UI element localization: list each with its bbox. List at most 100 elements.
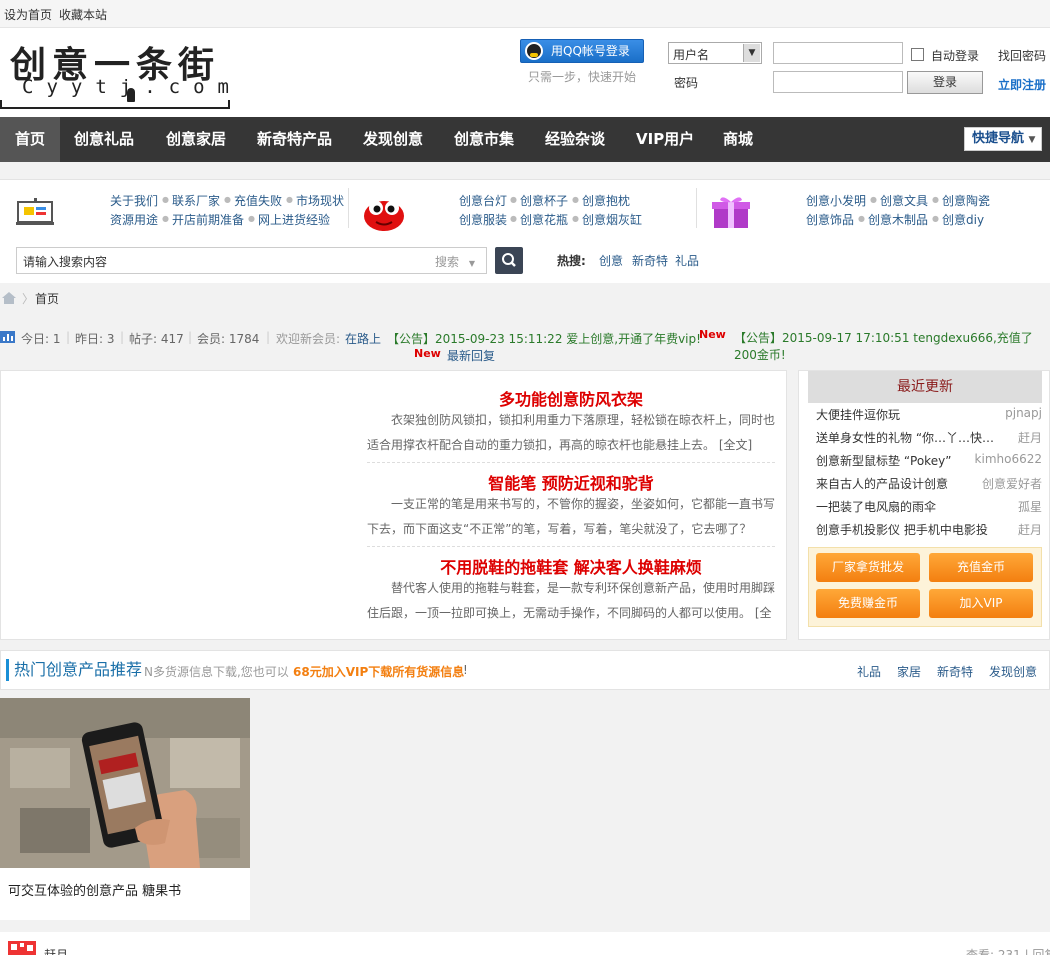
cat-clothing[interactable]: 创意服装 [459,211,507,228]
recent-updates-panel: 最近更新 大便挂件逗你玩 pjnapj 送单身女性的礼物 “你…丫…快… 赶月 创意… [798,370,1050,640]
join-vip-button[interactable]: 加入VIP [929,589,1033,618]
breadcrumb-home[interactable]: 首页 [35,290,59,307]
nav-item-market[interactable]: 创意市集 [454,117,514,162]
tab-gifts[interactable]: 礼品 [857,663,881,680]
vip-promo-link[interactable]: 68元加入VIP下载所有货源信息 [293,663,464,680]
nav-item-discover[interactable]: 发现创意 [363,117,423,162]
breadcrumb: 〉 首页 [0,285,1050,311]
cat-accessories[interactable]: 创意饰品 [806,211,854,228]
tab-home[interactable]: 家居 [897,663,921,680]
product-card[interactable]: 可交互体验的创意产品 糖果书 [0,698,250,920]
article-title-1[interactable]: 多功能创意防风衣架 [367,386,775,410]
cat-about-us[interactable]: 关于我们 [110,192,158,209]
divider [696,188,697,228]
nav-item-home-decor[interactable]: 创意家居 [166,117,226,162]
nav-item-novelty[interactable]: 新奇特产品 [257,117,332,162]
auto-login-checkbox[interactable] [911,48,924,61]
slideshow-area[interactable] [1,371,363,639]
hot-search-creative[interactable]: 创意 [599,252,623,269]
list-item[interactable]: 创意新型鼠标垫 “Pokey” kimho6622 [816,452,1042,470]
stat-separator: | [120,330,125,344]
nav-item-mall[interactable]: 商城 [723,117,753,162]
cat-recharge-failed[interactable]: 充值失败 [234,192,282,209]
latest-reply-link[interactable]: 最新回复 [447,347,495,364]
item-user: 赶月 [1017,523,1042,537]
article-title-3[interactable]: 不用脱鞋的拖鞋套 解决客人换鞋麻烦 [367,554,775,578]
item-title: 大便挂件逗你玩 [816,408,901,422]
list-item[interactable]: 创意手机投影仪 把手机中电影投 赶月 [816,521,1042,539]
hot-search-novelty[interactable]: 新奇特 [632,252,668,269]
post-author[interactable]: 赶月 [44,946,68,955]
cat-woodwork[interactable]: 创意木制品 [868,211,928,228]
separator-dot: ● [162,214,169,223]
divider [348,188,349,228]
hot-products-bar: 热门创意产品推荐 N多货源信息下载,您也可以 68元加入VIP下载所有货源信息 … [0,650,1050,690]
top-bar: 设为首页 收藏本站 [0,0,1050,28]
product-caption[interactable]: 可交互体验的创意产品 糖果书 [8,880,181,899]
red-monster-icon [364,201,404,231]
qq-login-hint: 只需一步，快速开始 [528,70,637,84]
login-button[interactable]: 登录 [907,71,983,94]
new-member-link[interactable]: 在路上 [345,330,381,347]
quick-nav-button[interactable]: 快捷导航 ▼ [964,127,1042,151]
article-title-2[interactable]: 智能笔 预防近视和驼背 [367,470,775,494]
breadcrumb-separator: 〉 [22,292,35,306]
separator-dot: ● [510,195,517,204]
hot-search-gift[interactable]: 礼品 [675,252,699,269]
search-input[interactable]: 请输入搜索内容 [16,247,428,274]
chevron-down-icon: ▼ [468,259,475,268]
list-item[interactable]: 送单身女性的礼物 “你…丫…快… 赶月 [816,429,1042,447]
search-icon [502,253,516,267]
username-type-select[interactable]: 用户名 ▼ [668,42,762,64]
cat-shop-prep[interactable]: 开店前期准备 [172,211,244,228]
welcome-label: 欢迎新会员: [276,332,341,346]
tab-novelty[interactable]: 新奇特 [937,663,973,680]
stat-separator: | [188,330,193,344]
stat-separator: | [266,330,271,344]
recharge-button[interactable]: 充值金币 [929,553,1033,582]
nav-item-gifts[interactable]: 创意礼品 [74,117,134,162]
cat-pillow[interactable]: 创意抱枕 [582,192,630,209]
wholesale-button[interactable]: 厂家拿货批发 [816,553,920,582]
hot-products-title: 热门创意产品推荐 [6,659,142,681]
list-item[interactable]: 一把装了电风扇的雨伞 孤星 [816,498,1042,516]
cat-contact-factory[interactable]: 联系厂家 [172,192,220,209]
cat-online-purchase[interactable]: 网上进货经验 [258,211,330,228]
item-title: 创意手机投影仪 把手机中电影投 [816,523,988,537]
cat-invention[interactable]: 创意小发明 [806,192,866,209]
cat-market-status[interactable]: 市场现状 [296,192,344,209]
search-button[interactable] [495,247,523,274]
cat-stationery[interactable]: 创意文具 [880,192,928,209]
product-image[interactable] [0,698,250,868]
bookmark-link[interactable]: 收藏本站 [59,6,107,23]
earn-coins-button[interactable]: 免费赚金币 [816,589,920,618]
username-input[interactable] [773,42,903,64]
cat-ceramics[interactable]: 创意陶瓷 [942,192,990,209]
nav-item-home[interactable]: 首页 [0,117,60,162]
notice-1[interactable]: 【公告】2015-09-23 15:11:22 爱上创意,开通了年费vip! [387,330,701,347]
list-item[interactable]: 来自古人的产品设计创意 创意爱好者 [816,475,1042,493]
password-input[interactable] [773,71,903,93]
search-type-select[interactable]: 搜索 ▼ [427,247,487,274]
cat-vase[interactable]: 创意花瓶 [520,211,568,228]
avatar[interactable] [8,941,36,955]
divider [367,546,775,547]
register-link[interactable]: 立即注册 [998,76,1046,93]
cat-cup[interactable]: 创意杯子 [520,192,568,209]
qq-icon [525,42,543,60]
home-icon[interactable] [1,291,17,305]
cat-diy[interactable]: 创意diy [942,211,984,228]
cat-ashtray[interactable]: 创意烟灰缸 [582,211,642,228]
nav-item-experience[interactable]: 经验杂谈 [545,117,605,162]
qq-login-button[interactable]: 用QQ帐号登录 [520,39,644,63]
cat-lamp[interactable]: 创意台灯 [459,192,507,209]
list-item[interactable]: 大便挂件逗你玩 pjnapj [816,406,1042,424]
set-home-link[interactable]: 设为首页 [4,6,52,23]
nav-item-vip[interactable]: VIP用户 [636,117,694,162]
logo-underline [0,100,230,109]
tab-discover[interactable]: 发现创意 [989,663,1037,680]
item-title: 一把装了电风扇的雨伞 [816,500,937,514]
notice-2[interactable]: 【公告】2015-09-17 17:10:51 tengdexu666,充值了2… [734,330,1050,364]
cat-resource-use[interactable]: 资源用途 [110,211,158,228]
find-password-link[interactable]: 找回密码 [998,47,1046,64]
